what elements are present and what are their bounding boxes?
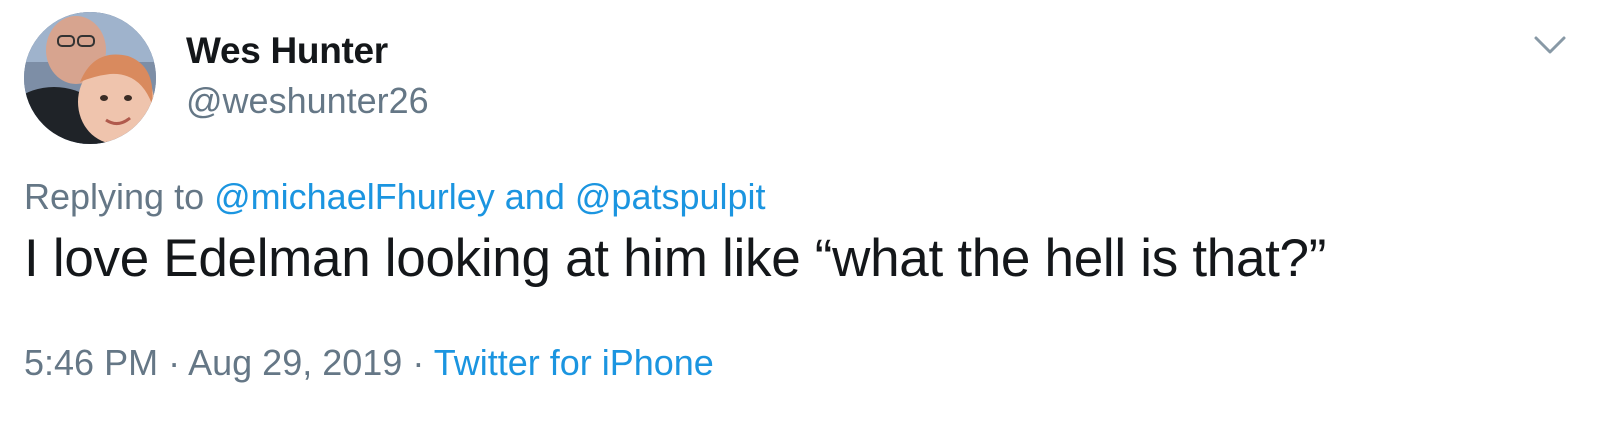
reply-prefix: Replying to xyxy=(24,176,205,217)
avatar-photo-icon xyxy=(24,12,156,144)
tweet-time[interactable]: 5:46 PM xyxy=(24,342,158,383)
tweet-meta: 5:46 PM · Aug 29, 2019 · Twitter for iPh… xyxy=(24,342,714,384)
tweet-card: Wes Hunter @weshunter26 Replying to @mic… xyxy=(0,0,1600,423)
avatar[interactable] xyxy=(24,12,156,144)
tweet-text: I love Edelman looking at him like “what… xyxy=(24,229,1327,288)
meta-separator: · xyxy=(168,342,181,383)
chevron-down-icon xyxy=(1534,36,1566,54)
reply-context: Replying to @michaelFhurley and @patspul… xyxy=(24,176,766,218)
reply-conjunction[interactable]: and xyxy=(505,176,565,217)
tweet-source-link[interactable]: Twitter for iPhone xyxy=(434,342,714,383)
mention-link-1[interactable]: @michaelFhurley xyxy=(214,176,495,217)
tweet-date[interactable]: Aug 29, 2019 xyxy=(188,342,402,383)
author-name[interactable]: Wes Hunter xyxy=(186,30,388,72)
meta-separator-2: · xyxy=(412,342,425,383)
more-options-button[interactable] xyxy=(1530,30,1570,62)
author-handle[interactable]: @weshunter26 xyxy=(186,80,429,122)
mention-link-2[interactable]: @patspulpit xyxy=(575,176,766,217)
